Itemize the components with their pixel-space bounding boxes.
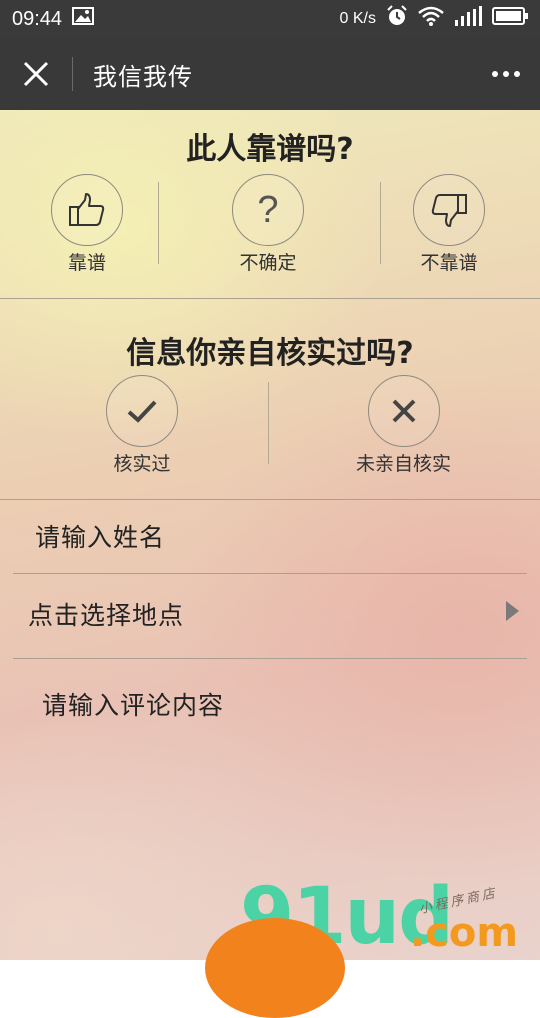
alarm-icon [386,5,408,33]
option-verified[interactable]: 核实过 [106,375,178,476]
option-circle[interactable] [51,174,123,246]
cross-icon [392,399,415,423]
thumbs-down-icon [431,194,467,227]
verified-question: 信息你亲自核实过吗? [126,336,414,371]
option-unreliable-label: 不靠谱 [420,252,478,274]
section-divider [0,298,540,299]
thumbs-up-icon [69,193,105,226]
divider [380,182,381,264]
image-icon [72,7,95,31]
field-divider [13,658,527,659]
more-icon-dot [514,71,520,77]
name-input[interactable]: 请输入姓名 [35,518,165,554]
close-icon [23,61,49,87]
more-icon-dot [503,71,509,77]
comment-input[interactable]: 请输入评论内容 [42,686,224,722]
option-unreliable[interactable]: 不靠谱 [413,174,485,275]
option-circle[interactable] [106,375,178,447]
option-circle[interactable]: ? [232,174,304,246]
option-circle[interactable] [367,375,440,447]
status-bar-left: 09:44 [12,7,95,31]
nav-bar: 我信我传 [0,38,540,110]
option-not-verified[interactable]: 未亲自核实 [356,375,451,476]
signal-icon [454,6,482,32]
close-button[interactable] [0,38,72,110]
chevron-right-icon[interactable] [506,601,519,621]
net-speed: 0 K/s [339,10,376,27]
divider [158,182,159,264]
orange-decoration [205,918,345,1018]
reliability-question: 此人靠谱吗? [186,132,354,167]
option-unsure[interactable]: ? 不确定 [232,174,304,275]
option-reliable-label: 靠谱 [67,252,106,274]
status-time: 09:44 [12,7,63,30]
nav-divider [72,57,73,91]
battery-icon [492,7,528,31]
divider [268,382,269,464]
section-divider [0,499,540,500]
option-reliable[interactable]: 靠谱 [51,174,123,275]
option-not-verified-label: 未亲自核实 [356,453,452,475]
more-icon [492,71,498,77]
wifi-icon [418,6,444,32]
watermark-domain: .com [410,910,519,956]
field-divider [13,573,527,574]
option-unsure-label: 不确定 [239,252,297,274]
status-bar: 09:44 0 K/s [0,0,540,38]
page-title: 我信我传 [93,62,193,91]
main-content: 此人靠谱吗? 靠谱 ? 不确定 不靠谱 信息你亲自核实过吗? 核实过 未亲自核实… [0,110,540,962]
status-bar-right: 0 K/s [340,5,528,33]
check-icon [127,400,157,423]
question-icon: ? [257,188,279,231]
option-circle[interactable] [413,174,485,246]
option-verified-label: 核实过 [113,453,171,475]
location-picker[interactable]: 点击选择地点 [28,596,184,632]
more-button[interactable] [492,38,520,110]
